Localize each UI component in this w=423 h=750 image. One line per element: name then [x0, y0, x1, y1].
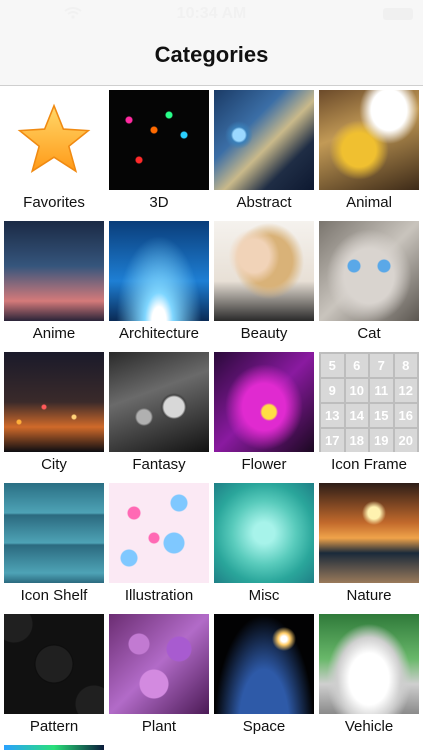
flower-thumbnail	[214, 352, 314, 452]
category-animal[interactable]: Animal	[319, 90, 419, 216]
battery-icon	[383, 8, 413, 20]
category-label: Illustration	[124, 587, 194, 604]
number-tile: 17	[321, 429, 344, 452]
category-label: Favorites	[23, 194, 85, 211]
category-vehicle[interactable]: Vehicle	[319, 614, 419, 740]
category-label: Cat	[357, 325, 381, 342]
category-plant[interactable]: Plant	[109, 614, 209, 740]
category-3d[interactable]: 3D	[109, 90, 209, 216]
number-tile: 6	[345, 354, 368, 377]
category-label: Fantasy	[132, 456, 186, 473]
category-label: Animal	[346, 194, 392, 211]
category-partial[interactable]	[4, 745, 104, 750]
icon-shelf-thumbnail	[4, 483, 104, 583]
beauty-thumbnail	[214, 221, 314, 321]
category-label: Abstract	[236, 194, 292, 211]
number-tile: 18	[345, 429, 368, 452]
category-misc[interactable]: Misc	[214, 483, 314, 609]
architecture-thumbnail	[109, 221, 209, 321]
number-tile: 5	[321, 354, 344, 377]
number-tile: 7	[370, 354, 393, 377]
star-icon	[4, 90, 104, 190]
animal-thumbnail	[319, 90, 419, 190]
page-title: Categories	[154, 42, 269, 67]
category-label: Pattern	[29, 718, 79, 735]
number-tile: 11	[370, 379, 393, 402]
category-label: Flower	[241, 456, 287, 473]
number-tiles: 5 6 7 8 9 10 11 12 13 14 15 16 17 18 19 …	[319, 352, 419, 452]
number-tile: 15	[370, 404, 393, 427]
illustration-thumbnail	[109, 483, 209, 583]
category-label: Architecture	[118, 325, 200, 342]
category-label: Beauty	[240, 325, 288, 342]
anime-thumbnail	[4, 221, 104, 321]
category-city[interactable]: City	[4, 352, 104, 478]
category-label: Vehicle	[344, 718, 394, 735]
category-fantasy[interactable]: Fantasy	[109, 352, 209, 478]
3d-thumbnail	[109, 90, 209, 190]
category-label: Misc	[248, 587, 280, 604]
category-label: 3D	[149, 194, 169, 211]
misc-thumbnail	[214, 483, 314, 583]
category-nature[interactable]: Nature	[319, 483, 419, 609]
category-architecture[interactable]: Architecture	[109, 221, 209, 347]
category-label: Plant	[141, 718, 177, 735]
category-label: Icon Shelf	[20, 587, 88, 604]
number-tile: 8	[394, 354, 417, 377]
top-bar: Carrier 10:34 AM Categories	[0, 0, 423, 86]
category-abstract[interactable]: Abstract	[214, 90, 314, 216]
category-label: Space	[242, 718, 286, 735]
category-space[interactable]: Space	[214, 614, 314, 740]
vehicle-thumbnail	[319, 614, 419, 714]
status-bar: Carrier 10:34 AM	[0, 0, 423, 28]
category-label: City	[41, 456, 67, 473]
abstract-thumbnail	[214, 90, 314, 190]
favorites-thumbnail	[4, 90, 104, 190]
category-icon-shelf[interactable]: Icon Shelf	[4, 483, 104, 609]
category-favorites[interactable]: Favorites	[4, 90, 104, 216]
pattern-thumbnail	[4, 614, 104, 714]
number-tile: 14	[345, 404, 368, 427]
city-thumbnail	[4, 352, 104, 452]
fantasy-thumbnail	[109, 352, 209, 452]
category-icon-frame[interactable]: 5 6 7 8 9 10 11 12 13 14 15 16 17 18 19 …	[319, 352, 419, 478]
number-tile: 12	[394, 379, 417, 402]
number-tile: 13	[321, 404, 344, 427]
plant-thumbnail	[109, 614, 209, 714]
partial-thumbnail	[4, 745, 104, 750]
category-label: Icon Frame	[331, 456, 407, 473]
icon-frame-thumbnail: 5 6 7 8 9 10 11 12 13 14 15 16 17 18 19 …	[319, 352, 419, 452]
category-flower[interactable]: Flower	[214, 352, 314, 478]
number-tile: 19	[370, 429, 393, 452]
nature-thumbnail	[319, 483, 419, 583]
category-anime[interactable]: Anime	[4, 221, 104, 347]
category-beauty[interactable]: Beauty	[214, 221, 314, 347]
category-cat[interactable]: Cat	[319, 221, 419, 347]
category-label: Nature	[346, 587, 392, 604]
number-tile: 9	[321, 379, 344, 402]
space-thumbnail	[214, 614, 314, 714]
number-tile: 20	[394, 429, 417, 452]
category-pattern[interactable]: Pattern	[4, 614, 104, 740]
cat-thumbnail	[319, 221, 419, 321]
status-time: 10:34 AM	[176, 5, 247, 22]
category-illustration[interactable]: Illustration	[109, 483, 209, 609]
number-tile: 10	[345, 379, 368, 402]
number-tile: 16	[394, 404, 417, 427]
category-label: Anime	[32, 325, 76, 342]
